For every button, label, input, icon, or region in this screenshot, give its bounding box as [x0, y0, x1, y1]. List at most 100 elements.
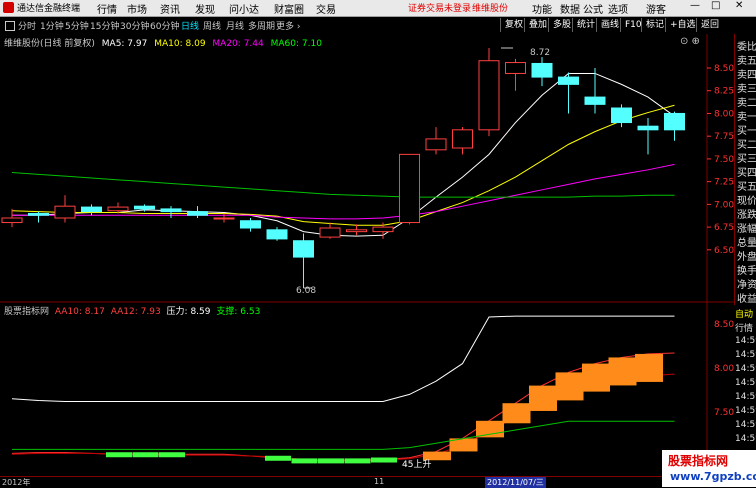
- period-multi[interactable]: 多周期: [248, 19, 275, 32]
- quote-label-buy1: 买一: [737, 126, 756, 137]
- overlay-button[interactable]: 叠加: [524, 18, 551, 32]
- add-watchlist-button[interactable]: +自选: [665, 18, 700, 32]
- rise-block: [555, 372, 584, 401]
- period-60min[interactable]: 60分钟: [150, 19, 179, 32]
- maximize-icon[interactable]: □: [711, 0, 720, 11]
- price-tick-label: 6.75: [714, 223, 734, 233]
- trade-time: 14:59: [735, 392, 756, 402]
- candle-body: [81, 206, 102, 213]
- decline-bar: [318, 458, 344, 464]
- quote-label-price: 现价: [737, 196, 756, 207]
- close-icon[interactable]: ✕: [735, 0, 743, 11]
- period-1min[interactable]: 1分钟: [40, 19, 64, 32]
- quote-label-buy3: 买三: [737, 154, 756, 165]
- price-tick-label: 7.00: [714, 200, 734, 210]
- quote-label-buy4: 买四: [737, 168, 756, 179]
- candle-body: [160, 208, 182, 213]
- app-title: 通达信金融终端: [17, 4, 81, 14]
- menu-item-quotes[interactable]: 行情: [97, 1, 117, 16]
- quote-label-change-pct: 涨幅: [737, 224, 756, 235]
- decline-bar: [132, 452, 159, 458]
- menu-item-news[interactable]: 资讯: [160, 1, 180, 16]
- period-5min[interactable]: 5分钟: [65, 19, 89, 32]
- draw-button[interactable]: 画线: [596, 18, 623, 32]
- main-panel-title: 维维股份(日线 前复权): [4, 39, 95, 49]
- decline-bar: [159, 452, 185, 458]
- menu-item-data[interactable]: 数据: [560, 1, 580, 16]
- ma20-label: MA20: 7.44: [212, 39, 264, 49]
- candle-body: [584, 96, 606, 105]
- candle-body: [505, 62, 526, 74]
- panel-control-icons[interactable]: ⊙ ⊕: [680, 36, 700, 47]
- candle-body: [187, 211, 208, 216]
- price-tick-label: 7.50: [714, 155, 734, 165]
- stats-button[interactable]: 统计: [572, 18, 599, 32]
- price-tick-label: 8.50: [714, 64, 734, 74]
- candle-body: [319, 227, 341, 238]
- menu-item-formula[interactable]: 公式: [583, 1, 603, 16]
- candle-body: [346, 229, 367, 233]
- trade-time: 14:59: [735, 364, 756, 374]
- chart-area[interactable]: 8.50 8.25 8.00 7.75 7.50 7.25 7.00 6.75 6.50 8.50…: [0, 34, 734, 476]
- trade-time: 14:59: [735, 406, 756, 416]
- decline-bar: [265, 455, 291, 461]
- quote-label-change: 涨跌: [737, 210, 756, 221]
- period-minute[interactable]: 分时: [18, 19, 36, 32]
- candle-body: [240, 220, 261, 229]
- price-tick-label: 7.25: [714, 178, 734, 188]
- high-price-label: 8.72: [530, 48, 550, 58]
- period-monthly[interactable]: 月线: [226, 19, 244, 32]
- rise-block: [502, 403, 531, 424]
- candle-body: [293, 240, 314, 258]
- candle-body: [425, 138, 447, 151]
- menu-item-guest[interactable]: 游客: [646, 1, 666, 16]
- menu-item-wenxiaoda[interactable]: 问小达: [229, 1, 259, 16]
- period-toolbar: 分时 1分钟 5分钟 15分钟 30分钟 60分钟 日线 周线 月线 多周期 更…: [0, 17, 756, 35]
- period-15min[interactable]: 15分钟: [90, 19, 119, 32]
- candle-body: [611, 107, 632, 124]
- menu-item-trade[interactable]: 交易: [316, 1, 336, 16]
- sub-panel-header: 股票指标网 AA10: 8.17 AA12: 7.93 压力: 8.59 支撑:…: [4, 304, 260, 317]
- menu-item-market[interactable]: 市场: [127, 1, 147, 16]
- decline-bar: [344, 458, 371, 464]
- trade-time: 14:59: [735, 420, 756, 430]
- layout-toggle-icon[interactable]: [5, 21, 15, 31]
- rising-annotation: 45上升: [402, 460, 432, 470]
- multi-stock-button[interactable]: 多股: [548, 18, 575, 32]
- period-weekly[interactable]: 周线: [203, 19, 221, 32]
- menu-item-discover[interactable]: 发现: [195, 1, 215, 16]
- ma10-label: MA10: 8.09: [154, 39, 206, 49]
- quote-label-volume: 总量: [737, 238, 756, 249]
- menu-item-function[interactable]: 功能: [532, 1, 552, 16]
- mark-button[interactable]: 标记: [641, 18, 668, 32]
- trade-label-auto[interactable]: 自动: [735, 307, 753, 320]
- decline-bar: [371, 457, 397, 463]
- back-button[interactable]: 返回: [696, 18, 723, 32]
- trade-label-quote: 行情: [735, 324, 754, 334]
- quote-label-eps: 收益: [737, 294, 756, 305]
- candle-body: [54, 205, 76, 219]
- main-panel-header: 维维股份(日线 前复权) MA5: 7.97 MA10: 8.09 MA20: …: [4, 36, 322, 49]
- aa10-label: AA10: 8.17: [54, 307, 105, 317]
- quote-label-net-asset: 净资: [737, 280, 756, 291]
- period-30min[interactable]: 30分钟: [120, 19, 149, 32]
- adjust-button[interactable]: 复权: [500, 18, 527, 32]
- aa12-label: AA12: 7.93: [110, 307, 161, 317]
- indicator-tick-label: 7.50: [714, 408, 734, 418]
- menu-item-options[interactable]: 选项: [608, 1, 628, 16]
- candle-body: [399, 153, 420, 224]
- quote-label-outer: 外盘: [737, 252, 756, 263]
- candle-body: [28, 212, 49, 216]
- candle-body: [664, 112, 685, 131]
- candle-body: [213, 217, 235, 220]
- rise-block: [529, 385, 557, 411]
- quote-label-sell1: 卖一: [737, 112, 756, 123]
- watermark-title: 股票指标网: [668, 454, 729, 468]
- menu-item-wealth[interactable]: 财富圈: [274, 1, 304, 16]
- minimize-icon[interactable]: —: [690, 0, 700, 11]
- quote-label-sell4: 卖四: [737, 70, 756, 81]
- period-daily[interactable]: 日线: [181, 19, 199, 32]
- low-price-label: 6.08: [296, 286, 316, 296]
- period-more[interactable]: 更多 ›: [276, 19, 300, 32]
- login-notice[interactable]: 证券交易未登录: [408, 1, 471, 14]
